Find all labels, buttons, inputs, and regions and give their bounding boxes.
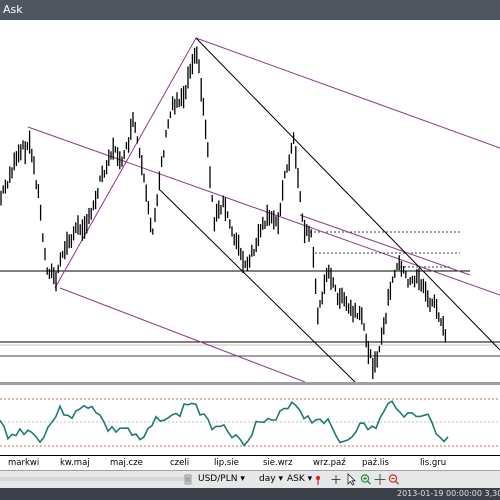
- chevron-down-icon: ▾: [278, 474, 283, 484]
- scroll-handle-icon[interactable]: [183, 473, 193, 486]
- price-type-dropdown[interactable]: ASK ▾: [287, 473, 312, 486]
- time-axis: markwi kw.maj maj.cze czeli lip.sie sie.…: [0, 455, 500, 471]
- stop-icon[interactable]: [313, 473, 323, 486]
- symbol-dropdown[interactable]: USD/PLN ▾: [198, 473, 245, 486]
- price-chart[interactable]: [0, 20, 500, 382]
- chevron-down-icon: ▾: [240, 474, 245, 484]
- horizontal-scrollbar[interactable]: [0, 477, 190, 481]
- time-label: kw.maj: [60, 458, 90, 468]
- status-datetime: 2013-01-19 00:00:00: [397, 489, 482, 498]
- chevron-down-icon: ▾: [307, 474, 313, 484]
- zoom-in-icon[interactable]: [360, 473, 372, 486]
- status-value: 3,30: [484, 489, 500, 498]
- price-chart-panel[interactable]: [0, 20, 500, 382]
- oscillator-panel[interactable]: [0, 385, 500, 455]
- time-label: lis.gru: [420, 458, 447, 468]
- time-label: wrz.paź: [313, 458, 346, 468]
- time-label: lip.sie: [214, 458, 239, 468]
- cursor-icon[interactable]: [345, 473, 357, 486]
- period-dropdown[interactable]: day ▾: [259, 473, 283, 486]
- symbol-label: USD/PLN: [198, 474, 238, 484]
- status-bar: 2013-01-19 00:00:00 3,30: [0, 488, 500, 500]
- price-bars: [0, 46, 447, 380]
- oscillator-line: [0, 400, 449, 447]
- time-label: maj.cze: [110, 458, 143, 468]
- window-titlebar: Ask: [0, 0, 500, 20]
- time-label: paź.lis: [362, 458, 389, 468]
- trendline-fall[interactable]: [195, 37, 500, 351]
- price-type-label: ASK: [287, 474, 305, 484]
- add-cross-icon[interactable]: [330, 473, 342, 486]
- time-label: czeli: [170, 458, 190, 468]
- trendline-fall-lower[interactable]: [159, 189, 356, 382]
- zoom-out-icon[interactable]: [388, 473, 400, 486]
- trendline-rise[interactable]: [54, 37, 197, 289]
- channel-line-lower[interactable]: [59, 287, 306, 382]
- channel-line-top[interactable]: [195, 37, 500, 149]
- period-label: day: [259, 474, 276, 484]
- window-title: Ask: [3, 3, 23, 16]
- time-label: markwi: [8, 458, 40, 468]
- time-label: sie.wrz: [263, 458, 293, 468]
- crosshair-icon[interactable]: [374, 473, 386, 486]
- chart-toolbar: USD/PLN ▾ day ▾ ASK ▾: [0, 470, 500, 489]
- status-readout: 2013-01-19 00:00:00 3,30: [397, 488, 500, 500]
- channel-line-mid[interactable]: [299, 214, 471, 276]
- oscillator-chart[interactable]: [0, 385, 500, 455]
